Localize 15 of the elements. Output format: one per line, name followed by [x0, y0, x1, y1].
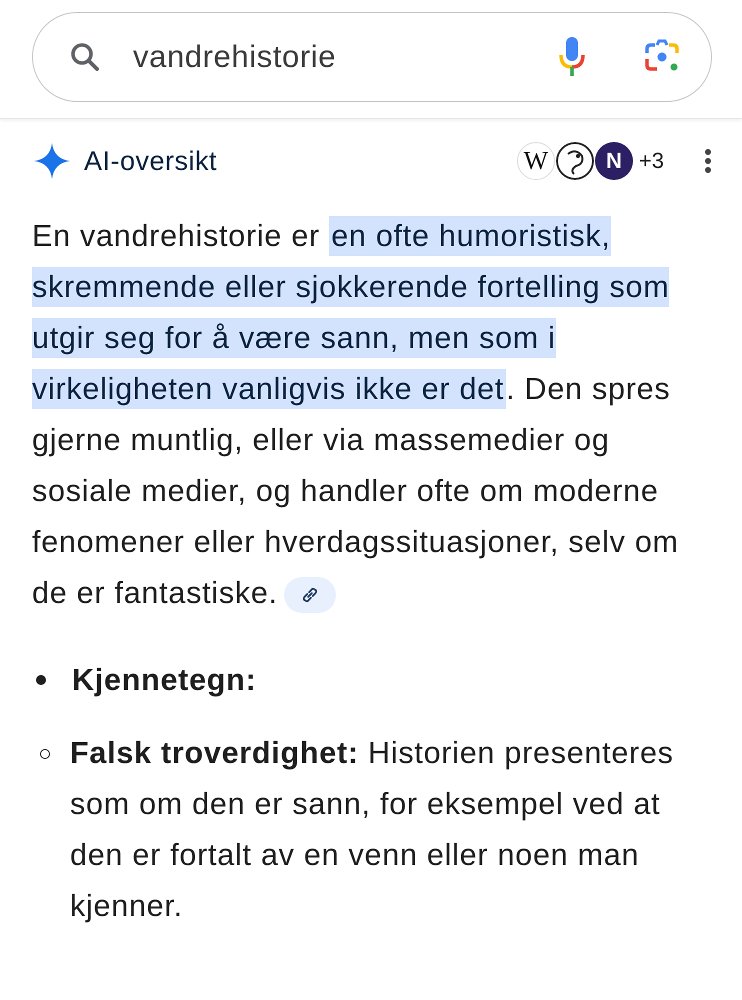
search-input[interactable]: vandrehistorie [131, 38, 529, 76]
overview-title: AI-oversikt [84, 146, 218, 176]
source-avatar[interactable]: W [516, 142, 555, 180]
more-options-icon[interactable] [704, 148, 712, 174]
bullet-icon [40, 749, 50, 759]
bullet-icon [36, 675, 46, 685]
overview-paragraph: En vandrehistorie er en ofte humoristisk, skremmende eller sjokkerende fortelling som utgir seg for å være sann, men som i virkeligheten vanligvis ikke er det. Den spres gjerne muntlig, eller via massemedier og sosiale medier, og handler ofte om moderne fenomener eller hverdagssituasjoner, selv om de er fantastiske. [32, 211, 718, 619]
more-sources-count[interactable]: +3 [638, 148, 664, 174]
source-logo-icon[interactable] [556, 142, 594, 180]
link-button[interactable] [284, 576, 336, 613]
source-avatar[interactable]: N [594, 142, 633, 180]
list-heading: Kjennetegn: [72, 662, 258, 699]
search-field[interactable]: vandrehistorie [32, 12, 712, 102]
microphone-icon[interactable] [557, 35, 587, 79]
list-item-text: Falsk troverdighet: Historien presenteres som om den er sann, for eksempel ved at den er fortalt av en venn eller noen man kjenner. [70, 735, 675, 925]
